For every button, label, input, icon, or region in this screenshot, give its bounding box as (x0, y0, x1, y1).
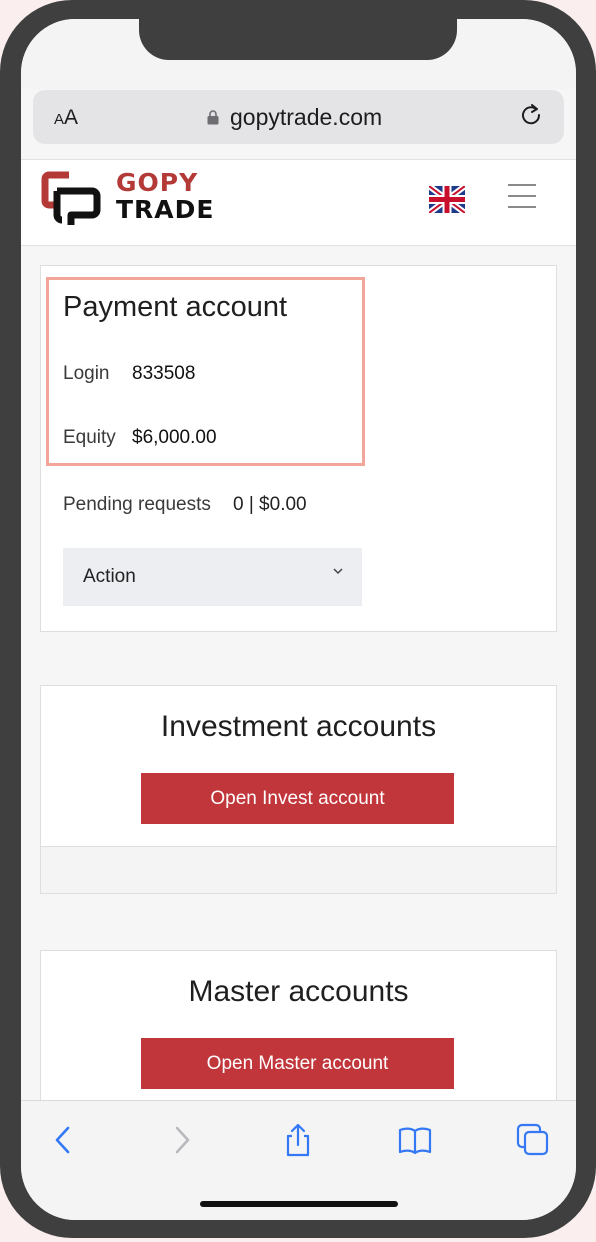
notch (139, 19, 457, 60)
open-master-account-button[interactable]: Open Master account (141, 1038, 454, 1089)
payment-title: Payment account (63, 291, 288, 323)
share-icon[interactable] (281, 1123, 315, 1157)
payment-account-card: Payment account Login 833508 Equity $6,0… (40, 265, 557, 632)
site-header: GOPY TRADE (21, 159, 576, 246)
logo-text-top: GOPY (116, 168, 199, 197)
chevron-down-icon (333, 568, 343, 575)
reload-icon[interactable] (520, 104, 544, 130)
login-value: 833508 (132, 363, 196, 384)
phone-frame: AA gopytrade.com GOPY TRADE Payment acco… (0, 0, 596, 1238)
pending-requests-label: Pending requests (63, 494, 211, 515)
logo-mark-icon[interactable] (41, 169, 103, 227)
investment-accounts-list (40, 846, 557, 894)
equity-label: Equity (63, 427, 116, 448)
bookmarks-icon[interactable] (398, 1123, 432, 1157)
browser-toolbar (21, 1100, 576, 1220)
address-bar[interactable]: AA gopytrade.com (33, 90, 564, 144)
tabs-icon[interactable] (516, 1123, 550, 1157)
login-label: Login (63, 363, 110, 384)
pending-requests-value: 0 | $0.00 (233, 494, 307, 515)
back-icon[interactable] (46, 1123, 80, 1157)
lock-icon (207, 110, 219, 125)
investment-title: Investment accounts (160, 710, 437, 743)
forward-icon[interactable] (165, 1123, 199, 1157)
text-size-button[interactable]: AA (54, 106, 78, 130)
master-accounts-card: Master accounts Open Master account (40, 950, 557, 1121)
home-indicator (200, 1201, 398, 1207)
action-select[interactable]: Action (63, 548, 362, 606)
screen: AA gopytrade.com GOPY TRADE Payment acco… (21, 19, 576, 1220)
equity-value: $6,000.00 (132, 427, 217, 448)
master-title: Master accounts (188, 975, 409, 1008)
uk-flag-icon[interactable] (429, 186, 465, 213)
investment-accounts-card: Investment accounts Open Invest account (40, 685, 557, 847)
url-text[interactable]: gopytrade.com (230, 104, 382, 131)
logo-text-bottom: TRADE (116, 195, 215, 224)
action-label: Action (83, 566, 136, 587)
open-invest-account-button[interactable]: Open Invest account (141, 773, 454, 824)
menu-icon[interactable] (508, 184, 536, 210)
